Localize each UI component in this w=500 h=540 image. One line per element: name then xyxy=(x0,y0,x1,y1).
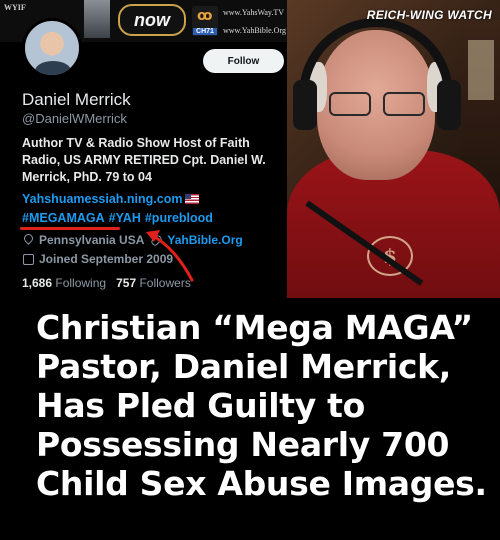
following-count: 1,686 xyxy=(22,276,53,290)
profile-bio: Author TV & Radio Show Host of Faith Rad… xyxy=(22,136,266,184)
us-flag-icon xyxy=(185,194,199,204)
followers-link[interactable]: 757 Followers xyxy=(116,276,191,290)
user-handle: @DanielWMerrick xyxy=(22,111,127,126)
annotation-underline xyxy=(20,227,120,230)
profile-link[interactable]: YahBible.Org xyxy=(167,233,242,247)
followers-count: 757 xyxy=(116,276,137,290)
hashtag-pureblood[interactable]: #pureblood xyxy=(145,211,213,225)
location-text: Pennsylvania USA xyxy=(39,233,145,247)
host-photo: REICH-WING WATCH xyxy=(287,0,500,298)
following-link[interactable]: 1,686 Following xyxy=(22,276,106,290)
screenshot-composite: WYIF now ꝏ CH71 www.YahsWay.TV www.YahBi… xyxy=(0,0,500,298)
followers-label: Followers xyxy=(139,276,191,290)
headline-line: Pastor, Daniel Merrick, xyxy=(36,347,451,386)
headline-line: Possessing Nearly 700 xyxy=(36,425,450,464)
following-label: Following xyxy=(55,276,107,290)
bio-hashtags: #MEGAMAGA #YAH #pureblood xyxy=(22,211,217,225)
joined-date: Joined September 2009 xyxy=(39,252,174,266)
hashtag-megamaga[interactable]: #MEGAMAGA xyxy=(22,211,105,225)
banner-left-text: WYIF xyxy=(4,3,26,12)
banner-url-bottom: www.YahBible.Org xyxy=(223,26,286,35)
channel-number: CH71 xyxy=(193,28,217,35)
location-pin-icon xyxy=(22,234,34,246)
channel-logo: ꝏ CH71 xyxy=(192,6,218,36)
follow-button[interactable]: Follow xyxy=(203,49,284,73)
link-icon xyxy=(150,234,162,246)
location-row: Pennsylvania USA YahBible.Org xyxy=(22,233,243,247)
joined-row: Joined September 2009 xyxy=(22,252,173,266)
headset-icon xyxy=(299,18,453,118)
headline-line: Has Pled Guilty to xyxy=(36,386,366,425)
bio-website-link[interactable]: Yahshuamessiah.ning.com xyxy=(22,192,182,206)
follow-stats: 1,686 Following 757 Followers xyxy=(22,276,191,290)
banner-portrait xyxy=(84,0,110,38)
calendar-icon xyxy=(22,253,34,265)
headline-line: Child Sex Abuse Images. xyxy=(36,464,487,503)
headline-line: Christian “Mega MAGA” xyxy=(36,308,473,347)
channel-icon: ꝏ xyxy=(197,8,213,24)
x-profile-card: WYIF now ꝏ CH71 www.YahsWay.TV www.YahBi… xyxy=(0,0,287,298)
now-logo: now xyxy=(118,4,186,36)
watermark: REICH-WING WATCH xyxy=(366,8,492,22)
banner-url-top: www.YahsWay.TV xyxy=(223,8,285,17)
display-name: Daniel Merrick xyxy=(22,90,131,109)
hashtag-yah[interactable]: #YAH xyxy=(109,211,141,225)
headline: Christian “Mega MAGA” Pastor, Daniel Mer… xyxy=(36,308,487,503)
avatar[interactable] xyxy=(22,18,82,78)
